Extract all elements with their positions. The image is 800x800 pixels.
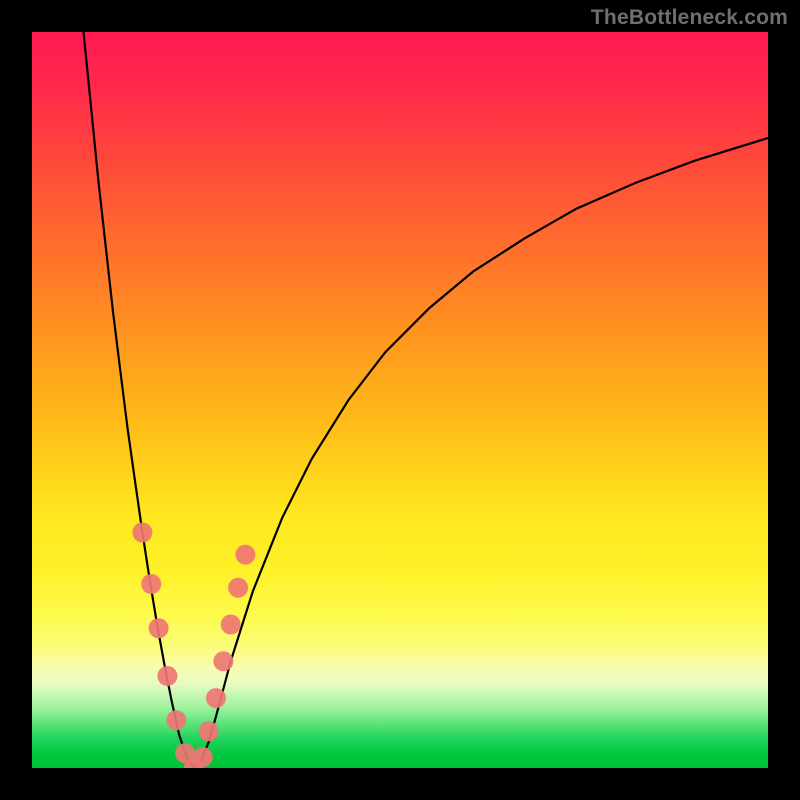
bottleneck-curve <box>84 32 769 768</box>
watermark-text: TheBottleneck.com <box>591 6 788 30</box>
plot-area <box>32 32 768 768</box>
chart-frame: TheBottleneck.com <box>0 0 800 800</box>
data-point <box>221 615 241 635</box>
data-point <box>166 710 186 730</box>
data-point <box>235 545 255 565</box>
data-point <box>206 688 226 708</box>
data-point <box>193 747 213 767</box>
data-point <box>141 574 161 594</box>
curve-layer <box>84 32 769 768</box>
data-point <box>157 666 177 686</box>
data-point <box>228 578 248 598</box>
chart-svg <box>32 32 768 768</box>
data-point <box>149 618 169 638</box>
data-point <box>213 651 233 671</box>
data-point <box>199 721 219 741</box>
marker-dots <box>132 523 255 769</box>
data-point <box>132 523 152 543</box>
